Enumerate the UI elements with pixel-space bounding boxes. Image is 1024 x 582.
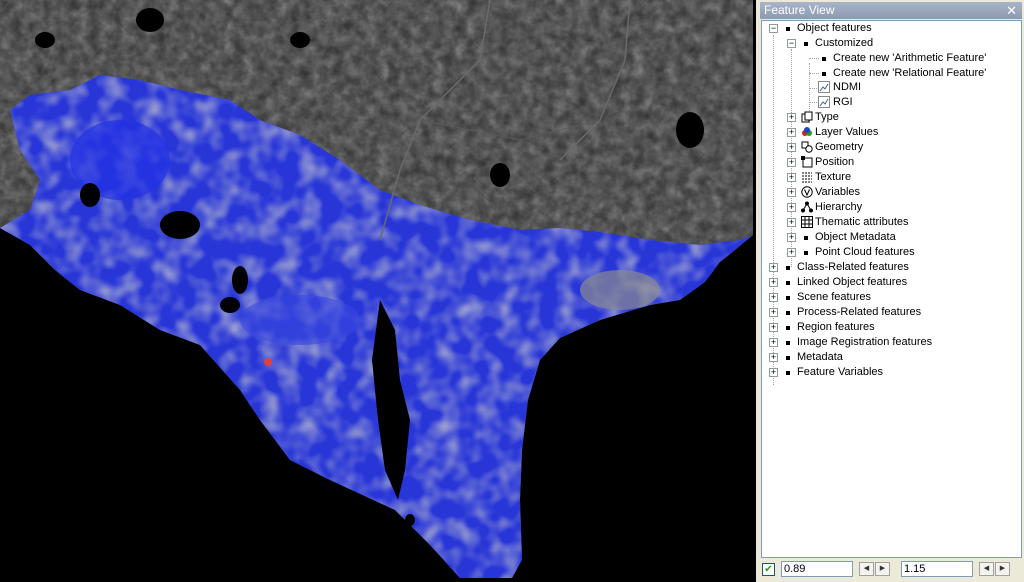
max-increase-arrow-icon[interactable]: ▶ [995, 562, 1010, 576]
bullet-icon [786, 27, 790, 31]
geometry-icon [801, 141, 813, 153]
plus-icon[interactable]: + [769, 293, 778, 302]
bullet-icon [804, 42, 808, 46]
texture-icon [802, 172, 812, 183]
bullet-icon [804, 236, 808, 240]
feature-view-titlebar[interactable]: Feature View ✕ [760, 2, 1022, 19]
image-map-view[interactable] [0, 0, 753, 582]
minus-icon[interactable]: − [769, 24, 778, 33]
classified-image-canvas [0, 0, 753, 578]
bullet-icon [786, 356, 790, 360]
min-value-field[interactable]: 0.89 [781, 561, 853, 577]
custom-feature-icon [818, 96, 830, 108]
plus-icon[interactable]: + [769, 308, 778, 317]
thematic-table-icon [801, 216, 813, 228]
plus-icon[interactable]: + [787, 218, 796, 227]
max-decrease-arrow-icon[interactable]: ◀ [979, 562, 994, 576]
bullet-icon [786, 326, 790, 330]
hierarchy-icon [801, 201, 813, 213]
plus-icon[interactable]: + [787, 173, 796, 182]
variables-icon [801, 186, 813, 198]
bullet-icon [786, 341, 790, 345]
min-increase-arrow-icon[interactable]: ▶ [875, 562, 890, 576]
bullet-icon [786, 311, 790, 315]
bullet-icon [804, 251, 808, 255]
plus-icon[interactable]: + [787, 248, 796, 257]
minus-icon[interactable]: − [787, 39, 796, 48]
panel-title: Feature View [764, 3, 835, 17]
plus-icon[interactable]: + [769, 338, 778, 347]
plus-icon[interactable]: + [787, 188, 796, 197]
min-decrease-arrow-icon[interactable]: ◀ [859, 562, 874, 576]
feature-range-bar: ✔ 0.89 ◀ ▶ 1.15 ◀ ▶ [756, 558, 1024, 582]
position-icon [801, 156, 813, 168]
bullet-icon [786, 266, 790, 270]
bullet-icon [822, 57, 826, 61]
plus-icon[interactable]: + [769, 278, 778, 287]
plus-icon[interactable]: + [787, 233, 796, 242]
bullet-icon [786, 281, 790, 285]
plus-icon[interactable]: + [787, 128, 796, 137]
bullet-icon [786, 296, 790, 300]
plus-icon[interactable]: + [787, 203, 796, 212]
type-icon [801, 111, 813, 123]
max-value-field[interactable]: 1.15 [901, 561, 973, 577]
plus-icon[interactable]: + [769, 353, 778, 362]
layer-values-icon [802, 127, 812, 136]
range-checkbox[interactable]: ✔ [762, 563, 775, 576]
bullet-icon [786, 371, 790, 375]
plus-icon[interactable]: + [787, 143, 796, 152]
close-icon[interactable]: ✕ [1006, 2, 1017, 19]
feature-tree[interactable]: − Object features − Customized Create ne… [761, 20, 1022, 558]
plus-icon[interactable]: + [769, 368, 778, 377]
plus-icon[interactable]: + [787, 158, 796, 167]
feature-view-panel: Feature View ✕ − Object features − Custo… [756, 0, 1024, 582]
bullet-icon [822, 72, 826, 76]
plus-icon[interactable]: + [787, 113, 796, 122]
plus-icon[interactable]: + [769, 263, 778, 272]
custom-feature-icon [818, 81, 830, 93]
plus-icon[interactable]: + [769, 323, 778, 332]
